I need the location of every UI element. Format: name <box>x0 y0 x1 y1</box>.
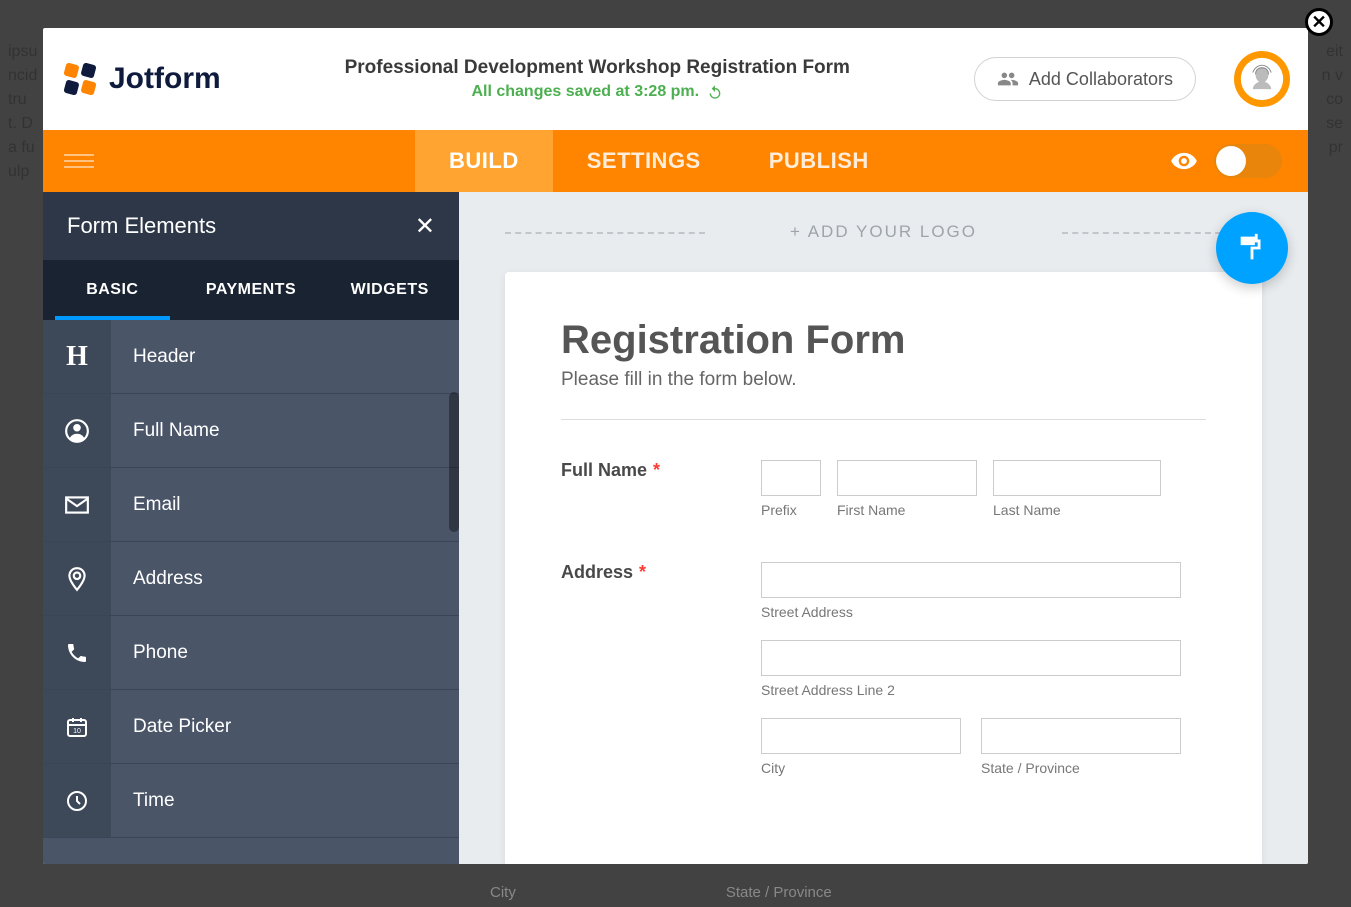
elements-sidebar: Form Elements ✕ BASIC PAYMENTS WIDGETS H… <box>43 192 459 864</box>
sublabel-state: State / Province <box>981 760 1181 776</box>
field-label-text: Full Name <box>561 460 647 480</box>
element-time[interactable]: Time <box>43 764 459 838</box>
element-datepicker[interactable]: 10 Date Picker <box>43 690 459 764</box>
input-city[interactable] <box>761 718 961 754</box>
element-label: Full Name <box>111 420 220 442</box>
user-avatar[interactable] <box>1234 51 1290 107</box>
collaborators-icon <box>997 68 1019 90</box>
svg-text:10: 10 <box>73 728 81 735</box>
form-title[interactable]: Professional Development Workshop Regist… <box>239 57 956 79</box>
header-icon: H <box>66 341 88 373</box>
field-label-text: Address <box>561 562 633 582</box>
top-header: Jotform Professional Development Worksho… <box>43 28 1308 130</box>
paint-roller-icon <box>1235 231 1269 265</box>
field-label: Full Name * <box>561 460 761 518</box>
phone-icon <box>65 641 89 665</box>
form-builder-modal: Jotform Professional Development Worksho… <box>43 28 1308 864</box>
form-subheading[interactable]: Please fill in the form below. <box>561 369 1206 420</box>
clock-icon <box>65 789 89 813</box>
sublabel-first: First Name <box>837 502 977 518</box>
form-preview: Registration Form Please fill in the for… <box>505 272 1262 864</box>
sublabel-last: Last Name <box>993 502 1161 518</box>
sidebar-title: Form Elements <box>67 213 216 239</box>
element-label: Phone <box>111 642 188 664</box>
sidebar-close-button[interactable]: ✕ <box>415 212 435 241</box>
user-icon <box>64 418 90 444</box>
form-designer-button[interactable] <box>1216 212 1288 284</box>
sublabel-street: Street Address <box>761 604 1206 620</box>
element-label: Address <box>111 568 203 590</box>
element-label: Header <box>111 346 195 368</box>
sublabel-street2: Street Address Line 2 <box>761 682 1206 698</box>
title-area: Professional Development Workshop Regist… <box>239 57 956 101</box>
save-status-text: All changes saved at 3:28 pm. <box>471 83 699 101</box>
brand-logo[interactable]: Jotform <box>61 60 221 98</box>
nav-right-tools <box>1170 144 1308 178</box>
field-address[interactable]: Address * Street Address Street Address L… <box>561 562 1206 776</box>
undo-icon[interactable] <box>707 84 723 100</box>
input-state[interactable] <box>981 718 1181 754</box>
input-street2[interactable] <box>761 640 1181 676</box>
required-star: * <box>639 562 646 582</box>
input-prefix[interactable] <box>761 460 821 496</box>
brand-name: Jotform <box>109 62 221 96</box>
sublabel-city: City <box>761 760 961 776</box>
avatar-icon <box>1239 56 1285 102</box>
main-tabs: BUILD SETTINGS PUBLISH <box>415 130 903 192</box>
element-label: Email <box>111 494 181 516</box>
element-header[interactable]: H Header <box>43 320 459 394</box>
add-collaborators-button[interactable]: Add Collaborators <box>974 57 1196 101</box>
input-last-name[interactable] <box>993 460 1161 496</box>
tab-publish[interactable]: PUBLISH <box>735 130 903 192</box>
mail-icon <box>64 492 90 518</box>
sidebar-tab-basic[interactable]: BASIC <box>43 260 182 320</box>
workspace: Form Elements ✕ BASIC PAYMENTS WIDGETS H… <box>43 192 1308 864</box>
sidebar-header: Form Elements ✕ <box>43 192 459 260</box>
sidebar-scrollbar[interactable] <box>449 392 459 532</box>
tab-build[interactable]: BUILD <box>415 130 553 192</box>
add-logo-button[interactable]: + ADD YOUR LOGO <box>505 222 1262 242</box>
tab-settings[interactable]: SETTINGS <box>553 130 735 192</box>
required-star: * <box>653 460 660 480</box>
background-table-labels: City State / Province <box>0 884 1351 901</box>
element-phone[interactable]: Phone <box>43 616 459 690</box>
sidebar-tab-widgets[interactable]: WIDGETS <box>320 260 459 320</box>
element-list: H Header Full Name Email Address P <box>43 320 459 864</box>
sidebar-tabs: BASIC PAYMENTS WIDGETS <box>43 260 459 320</box>
bg-state-label: State / Province <box>726 884 832 901</box>
sidebar-tab-payments[interactable]: PAYMENTS <box>182 260 321 320</box>
pin-icon <box>64 566 90 592</box>
element-label: Time <box>111 790 175 812</box>
element-label: Date Picker <box>111 716 231 738</box>
close-modal-button[interactable]: ✕ <box>1305 8 1333 36</box>
preview-icon[interactable] <box>1170 147 1198 175</box>
save-status: All changes saved at 3:28 pm. <box>471 83 723 101</box>
field-full-name[interactable]: Full Name * Prefix First Name Last Name <box>561 460 1206 518</box>
menu-toggle[interactable] <box>43 130 115 192</box>
element-email[interactable]: Email <box>43 468 459 542</box>
form-canvas: + ADD YOUR LOGO Registration Form Please… <box>459 192 1308 864</box>
main-nav-bar: BUILD SETTINGS PUBLISH <box>43 130 1308 192</box>
element-address[interactable]: Address <box>43 542 459 616</box>
sublabel-prefix: Prefix <box>761 502 821 518</box>
element-fullname[interactable]: Full Name <box>43 394 459 468</box>
collaborators-label: Add Collaborators <box>1029 69 1173 90</box>
field-label: Address * <box>561 562 761 776</box>
input-first-name[interactable] <box>837 460 977 496</box>
jotform-icon <box>61 60 99 98</box>
bg-city-label: City <box>490 884 516 901</box>
calendar-icon: 10 <box>65 715 89 739</box>
input-street[interactable] <box>761 562 1181 598</box>
form-heading[interactable]: Registration Form <box>561 318 1206 363</box>
preview-toggle[interactable] <box>1214 144 1282 178</box>
